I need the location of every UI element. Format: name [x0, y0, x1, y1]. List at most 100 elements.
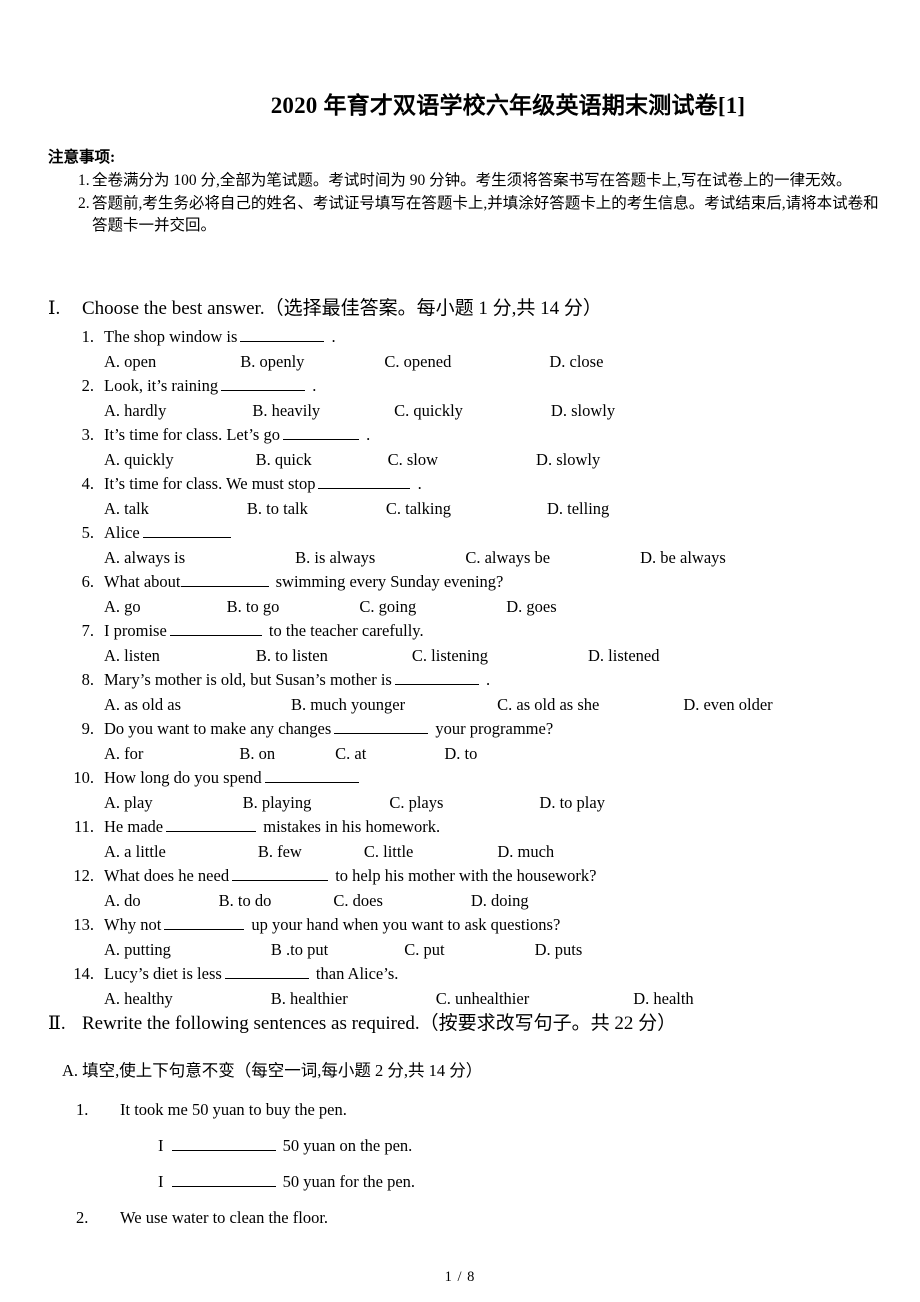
- option-choice[interactable]: A. for: [104, 741, 143, 766]
- question-options: A. play B. playing C. plays D. to play: [104, 790, 910, 815]
- question-text-after-blank: .: [413, 474, 422, 493]
- option-choice[interactable]: C. talking: [386, 496, 451, 521]
- option-choice[interactable]: A. hardly: [104, 398, 166, 423]
- option-choice[interactable]: D. telling: [547, 496, 609, 521]
- question-text-after-blank: to help his mother with the housework?: [331, 866, 597, 885]
- question-number: 7.: [81, 621, 94, 640]
- question-number: 4.: [81, 474, 94, 493]
- option-choice[interactable]: A. always is: [104, 545, 185, 570]
- answer-blank[interactable]: [166, 818, 257, 832]
- option-choice[interactable]: A. listen: [104, 643, 160, 668]
- answer-blank[interactable]: [264, 769, 359, 783]
- answer-blank[interactable]: [171, 1137, 276, 1151]
- question-text-before-blank: How long do you spend: [104, 768, 262, 787]
- option-choice[interactable]: D. slowly: [536, 447, 600, 472]
- option-choice[interactable]: B .to put: [271, 937, 328, 962]
- option-choice[interactable]: D. much: [497, 839, 554, 864]
- option-choice[interactable]: A. open: [104, 349, 156, 374]
- answer-blank[interactable]: [318, 475, 411, 489]
- rewrite-answer-body: I 50 yuan for the pen.: [158, 1164, 415, 1200]
- option-choice[interactable]: A. talk: [104, 496, 149, 521]
- option-choice[interactable]: C. quickly: [394, 398, 463, 423]
- question-item: 12. What does he need to help his mother …: [60, 864, 910, 913]
- option-choice[interactable]: B. to do: [219, 888, 272, 913]
- option-choice[interactable]: C. little: [364, 839, 414, 864]
- option-choice[interactable]: A. as old as: [104, 692, 181, 717]
- answer-blank[interactable]: [164, 916, 245, 930]
- question-number: 6.: [81, 572, 94, 591]
- option-choice[interactable]: B. quick: [256, 447, 312, 472]
- question-number: 2.: [81, 376, 94, 395]
- option-choice[interactable]: B. heavily: [252, 398, 320, 423]
- option-choice[interactable]: C. always be: [465, 545, 550, 570]
- question-stem: 3. It’s time for class. Let’s go .: [60, 423, 910, 447]
- option-choice[interactable]: D. doing: [471, 888, 529, 913]
- question-stem: 7. I promise to the teacher carefully.: [60, 619, 910, 643]
- question-text-after-blank: mistakes in his homework.: [259, 817, 441, 836]
- option-choice[interactable]: C. as old as she: [497, 692, 599, 717]
- answer-blank[interactable]: [171, 1173, 276, 1187]
- option-choice[interactable]: A. play: [104, 790, 153, 815]
- question-text: How long do you spend: [104, 766, 362, 790]
- option-choice[interactable]: C. put: [404, 937, 444, 962]
- option-choice[interactable]: C. at: [335, 741, 366, 766]
- option-choice[interactable]: B. playing: [243, 790, 312, 815]
- option-choice[interactable]: B. to listen: [256, 643, 328, 668]
- option-choice[interactable]: A. a little: [104, 839, 166, 864]
- option-choice[interactable]: A. quickly: [104, 447, 174, 472]
- option-choice[interactable]: D. even older: [683, 692, 772, 717]
- option-choice[interactable]: D. listened: [588, 643, 660, 668]
- question-text: It’s time for class. Let’s go .: [104, 423, 370, 447]
- answer-blank[interactable]: [169, 622, 262, 636]
- option-choice[interactable]: D. to play: [539, 790, 605, 815]
- option-choice[interactable]: D. close: [549, 349, 603, 374]
- question-text-before-blank: Mary’s mother is old, but Susan’s mother…: [104, 670, 392, 689]
- answer-blank[interactable]: [221, 377, 306, 391]
- question-text-before-blank: What does he need: [104, 866, 230, 885]
- option-choice[interactable]: D. goes: [506, 594, 556, 619]
- rewrite-answer-suffix: 50 yuan for the pen.: [278, 1172, 416, 1191]
- option-choice[interactable]: A. go: [104, 594, 141, 619]
- option-choice[interactable]: A. do: [104, 888, 141, 913]
- option-choice[interactable]: D. be always: [640, 545, 726, 570]
- answer-blank[interactable]: [334, 720, 429, 734]
- option-choice[interactable]: B. openly: [240, 349, 304, 374]
- question-text-after-blank: than Alice’s.: [311, 964, 399, 983]
- answer-blank[interactable]: [232, 867, 329, 881]
- option-choice[interactable]: C. plays: [389, 790, 443, 815]
- option-choice[interactable]: C. going: [359, 594, 416, 619]
- option-choice[interactable]: B. to go: [227, 594, 280, 619]
- answer-blank[interactable]: [282, 426, 359, 440]
- option-choice[interactable]: B. on: [239, 741, 275, 766]
- option-choice[interactable]: C. listening: [412, 643, 488, 668]
- section-heading-2: Ⅱ. Rewrite the following sentences as req…: [48, 1008, 676, 1035]
- option-choice[interactable]: C. opened: [384, 349, 451, 374]
- option-choice[interactable]: C. slow: [388, 447, 438, 472]
- answer-blank[interactable]: [240, 328, 325, 342]
- option-choice[interactable]: D. to: [444, 741, 477, 766]
- option-choice[interactable]: A. putting: [104, 937, 171, 962]
- question-text: It’s time for class. We must stop .: [104, 472, 422, 496]
- option-choice[interactable]: C. does: [333, 888, 383, 913]
- option-choice[interactable]: B. few: [258, 839, 302, 864]
- answer-blank[interactable]: [142, 524, 231, 538]
- answer-blank[interactable]: [394, 671, 479, 685]
- question-stem: 11. He made mistakes in his homework.: [60, 815, 910, 839]
- section-heading-1: Ⅰ. Choose the best answer.（选择最佳答案。每小题 1 分…: [48, 293, 602, 320]
- option-choice[interactable]: D. slowly: [551, 398, 615, 423]
- rewrite-answer-prefix: I: [158, 1136, 164, 1155]
- option-choice[interactable]: B. much younger: [291, 692, 405, 717]
- question-item: 1. The shop window is . A. open B. openly C.…: [60, 325, 910, 374]
- notice-item-text: 答题前,考生务必将自己的姓名、考试证号填写在答题卡上,并填涂好答题卡上的考生信息…: [92, 194, 879, 235]
- answer-blank[interactable]: [224, 965, 309, 979]
- notice-item-number: 2.: [78, 194, 90, 212]
- option-choice[interactable]: D. puts: [535, 937, 583, 962]
- question-text: Why not up your hand when you want to as…: [104, 913, 560, 937]
- option-choice[interactable]: B. to talk: [247, 496, 308, 521]
- question-item: 4. It’s time for class. We must stop . A. …: [60, 472, 910, 521]
- option-choice[interactable]: B. is always: [295, 545, 375, 570]
- question-stem: 13. Why not up your hand when you want to…: [60, 913, 910, 937]
- question-item: 10. How long do you spend A. play B. playin…: [60, 766, 910, 815]
- answer-blank[interactable]: [180, 573, 269, 587]
- rewrite-answer-body: I 50 yuan on the pen.: [158, 1128, 412, 1164]
